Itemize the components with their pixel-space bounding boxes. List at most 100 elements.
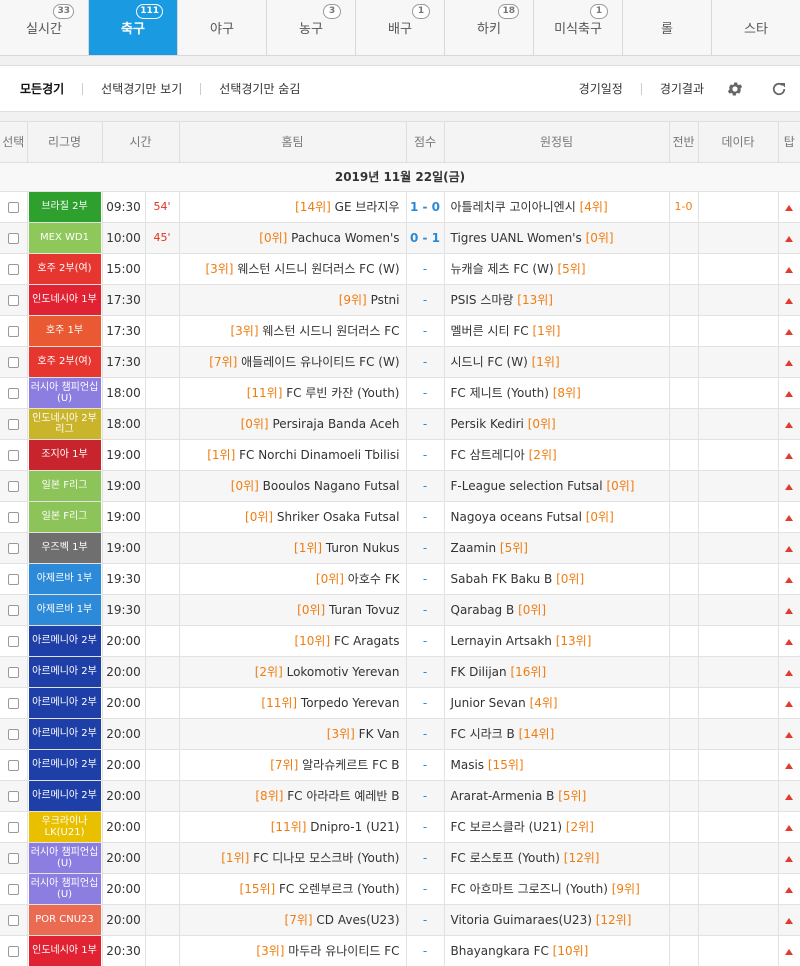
home-team[interactable]: [3위] FK Van [179,718,407,750]
home-team[interactable]: [3위] 웨스턴 시드니 원더러스 FC (W) [179,253,407,285]
tab-5[interactable]: 하키 18 [445,0,534,55]
league-badge[interactable]: 러시아 챔피언십(U) [28,873,101,903]
arrow-up-icon[interactable] [785,886,794,893]
home-team[interactable]: [1위] Turon Nukus [179,532,407,564]
home-team[interactable]: [1위] FC Norchi Dinamoeli Tbilisi [179,439,407,471]
tab-2[interactable]: 야구 [178,0,267,55]
league-badge[interactable]: 아르메니아 2부 [28,687,101,717]
gear-icon[interactable] [722,76,748,102]
home-team[interactable]: [11위] FC 루빈 카잔 (Youth) [179,377,407,409]
home-team[interactable]: [0위] Shriker Osaka Futsal [179,501,407,533]
select-checkbox[interactable] [7,201,19,213]
arrow-up-icon[interactable] [785,669,794,676]
arrow-up-icon[interactable] [785,514,794,521]
league-badge[interactable]: 인도네시아 2부리그 [28,408,101,438]
schedule-link[interactable]: 경기일정 [579,80,623,97]
filter-show-selected[interactable]: 선택경기만 보기 [101,80,182,97]
select-checkbox[interactable] [7,449,19,461]
home-team[interactable]: [11위] Torpedo Yerevan [179,687,407,719]
select-checkbox[interactable] [7,263,19,275]
arrow-up-icon[interactable] [785,607,794,614]
away-team[interactable]: Persik Kediri [0위] [444,408,670,440]
home-team[interactable]: [2위] Lokomotiv Yerevan [179,656,407,688]
arrow-up-icon[interactable] [785,545,794,552]
arrow-up-icon[interactable] [785,235,794,242]
select-checkbox[interactable] [7,790,19,802]
away-team[interactable]: FC 아흐마트 그로즈니 (Youth) [9위] [444,873,670,905]
league-badge[interactable]: 호주 1부 [28,315,101,345]
home-team[interactable]: [0위] Booulos Nagano Futsal [179,470,407,502]
away-team[interactable]: 멜버른 시티 FC [1위] [444,315,670,347]
league-badge[interactable]: 아르메니아 2부 [28,780,101,810]
league-badge[interactable]: 일본 F리그 [28,501,101,531]
league-badge[interactable]: MEX WD1 [28,222,101,252]
home-team[interactable]: [14위] GE 브라지우 [179,191,407,223]
home-team[interactable]: [7위] 애들레이드 유나이티드 FC (W) [179,346,407,378]
select-checkbox[interactable] [7,542,19,554]
home-team[interactable]: [0위] Pachuca Women's [179,222,407,254]
select-checkbox[interactable] [7,635,19,647]
away-team[interactable]: FC 로스토프 (Youth) [12위] [444,842,670,874]
select-checkbox[interactable] [7,480,19,492]
league-badge[interactable]: 인도네시아 1부 [28,284,101,314]
away-team[interactable]: F-League selection Futsal [0위] [444,470,670,502]
tab-0[interactable]: 실시간 33 [0,0,89,55]
arrow-up-icon[interactable] [785,948,794,955]
filter-all[interactable]: 모든경기 [20,80,64,97]
arrow-up-icon[interactable] [785,917,794,924]
away-team[interactable]: Lernayin Artsakh [13위] [444,625,670,657]
home-team[interactable]: [10위] FC Aragats [179,625,407,657]
tab-6[interactable]: 미식축구 1 [534,0,623,55]
arrow-up-icon[interactable] [785,700,794,707]
league-badge[interactable]: 브라질 2부 [28,191,101,221]
arrow-up-icon[interactable] [785,328,794,335]
home-team[interactable]: [15위] FC 오렌부르크 (Youth) [179,873,407,905]
arrow-up-icon[interactable] [785,359,794,366]
home-team[interactable]: [0위] Turan Tovuz [179,594,407,626]
tab-7[interactable]: 롤 [623,0,712,55]
home-team[interactable]: [7위] 알라슈케르트 FC B [179,749,407,781]
away-team[interactable]: FC 제니트 (Youth) [8위] [444,377,670,409]
league-badge[interactable]: 아제르바 1부 [28,563,101,593]
arrow-up-icon[interactable] [785,762,794,769]
select-checkbox[interactable] [7,604,19,616]
select-checkbox[interactable] [7,914,19,926]
select-checkbox[interactable] [7,852,19,864]
tab-1[interactable]: 축구 111 [89,0,178,55]
select-checkbox[interactable] [7,294,19,306]
select-checkbox[interactable] [7,945,19,957]
tab-4[interactable]: 배구 1 [356,0,445,55]
arrow-up-icon[interactable] [785,638,794,645]
select-checkbox[interactable] [7,573,19,585]
arrow-up-icon[interactable] [785,576,794,583]
home-team[interactable]: [1위] FC 디나모 모스크바 (Youth) [179,842,407,874]
away-team[interactable]: Bhayangkara FC [10위] [444,935,670,966]
arrow-up-icon[interactable] [785,731,794,738]
league-badge[interactable]: 호주 2부(여) [28,346,101,376]
league-badge[interactable]: 조지아 1부 [28,439,101,469]
away-team[interactable]: 시드니 FC (W) [1위] [444,346,670,378]
away-team[interactable]: Nagoya oceans Futsal [0위] [444,501,670,533]
league-badge[interactable]: 아르메니아 2부 [28,625,101,655]
select-checkbox[interactable] [7,759,19,771]
away-team[interactable]: Qarabag B [0위] [444,594,670,626]
select-checkbox[interactable] [7,325,19,337]
arrow-up-icon[interactable] [785,266,794,273]
away-team[interactable]: FC 보르스클라 (U21) [2위] [444,811,670,843]
league-badge[interactable]: 아르메니아 2부 [28,749,101,779]
league-badge[interactable]: 인도네시아 1부 [28,935,101,965]
home-team[interactable]: [3위] 마두라 유나이티드 FC [179,935,407,966]
arrow-up-icon[interactable] [785,483,794,490]
arrow-up-icon[interactable] [785,855,794,862]
select-checkbox[interactable] [7,883,19,895]
away-team[interactable]: Vitoria Guimaraes(U23) [12위] [444,904,670,936]
arrow-up-icon[interactable] [785,421,794,428]
home-team[interactable]: [11위] Dnipro-1 (U21) [179,811,407,843]
away-team[interactable]: 아틀레치쿠 고이아니엔시 [4위] [444,191,670,223]
tab-8[interactable]: 스타 [712,0,800,55]
league-badge[interactable]: 아르메니아 2부 [28,718,101,748]
arrow-up-icon[interactable] [785,824,794,831]
select-checkbox[interactable] [7,356,19,368]
league-badge[interactable]: 아제르바 1부 [28,594,101,624]
select-checkbox[interactable] [7,418,19,430]
